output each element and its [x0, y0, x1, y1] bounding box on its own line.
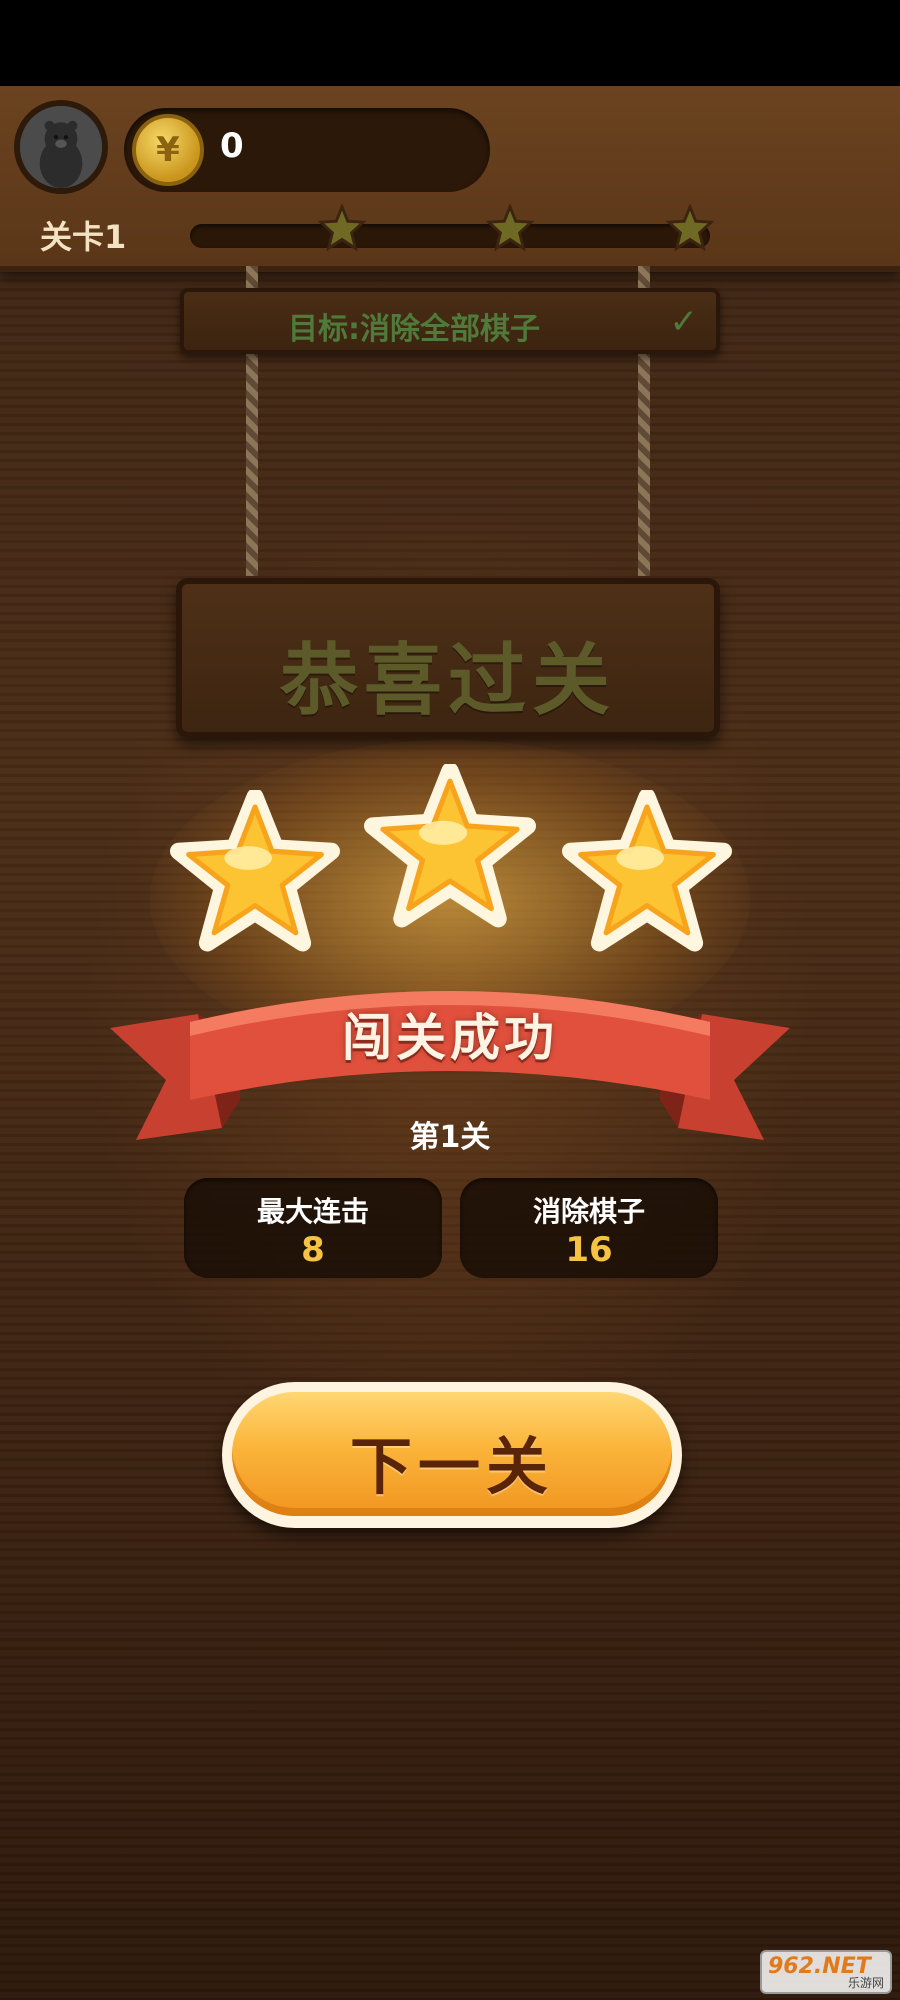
progress-star-icon [666, 204, 714, 252]
status-bar [0, 0, 900, 86]
watermark-sub-text: 乐游网 [847, 1976, 884, 1990]
level-number: 第1关 [409, 1120, 491, 1155]
next-level-button-face[interactable]: 下一关 [232, 1392, 672, 1516]
max-combo-card: 最大连击 8 [184, 1178, 442, 1278]
next-level-label: 下一关 [349, 1430, 554, 1503]
result-star-icon [170, 790, 340, 952]
level-progress-bar [190, 224, 710, 248]
max-combo-value: 8 [301, 1230, 325, 1270]
top-hud: ¥ 0 关卡1 [0, 86, 900, 272]
check-icon: ✓ [669, 302, 699, 342]
coin-icon: ¥ [132, 114, 204, 186]
max-combo-label: 最大连击 [256, 1195, 369, 1228]
goal-board: 目标:消除全部棋子 ✓ [180, 288, 720, 354]
cleared-pieces-card: 消除棋子 16 [460, 1178, 718, 1278]
cleared-pieces-value: 16 [565, 1230, 613, 1270]
player-avatar[interactable] [14, 100, 108, 194]
success-banner-text: 闯关成功 [342, 1009, 558, 1067]
result-star-icon [364, 764, 536, 928]
result-title: 恭喜过关 [279, 636, 616, 726]
next-level-button[interactable]: 下一关 [222, 1382, 682, 1528]
result-star-icon [562, 790, 732, 952]
title-board: 恭喜过关 [176, 578, 720, 738]
site-watermark-logo: 962.NET 乐游网 [760, 1950, 892, 1994]
level-label: 关卡1 [40, 218, 127, 256]
progress-star-icon [318, 204, 366, 252]
coin-counter: ¥ 0 [124, 108, 490, 192]
bear-avatar-icon [20, 106, 102, 188]
progress-star-icon [486, 204, 534, 252]
coin-value: 0 [220, 126, 244, 166]
goal-text: 目标:消除全部棋子 [288, 312, 540, 347]
cleared-pieces-label: 消除棋子 [532, 1195, 645, 1228]
